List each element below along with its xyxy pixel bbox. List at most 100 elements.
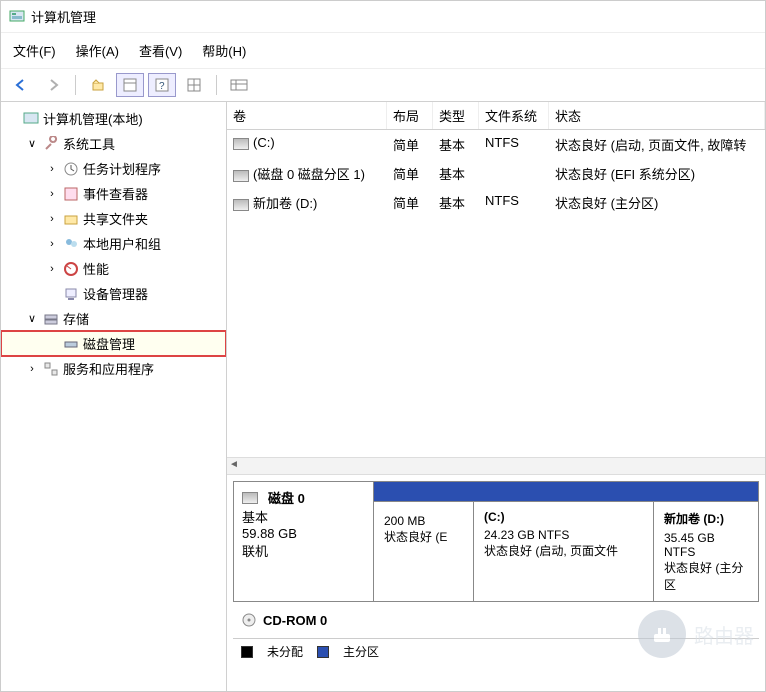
menu-help[interactable]: 帮助(H) [202, 41, 246, 60]
tree-event-viewer[interactable]: › 事件查看器 [1, 181, 226, 206]
volume-row[interactable]: (磁盘 0 磁盘分区 1) 简单 基本 状态良好 (EFI 系统分区) [227, 159, 765, 188]
toolbar: ? [1, 69, 765, 102]
tree-system-tools[interactable]: ∨ 系统工具 [1, 131, 226, 156]
app-icon [9, 9, 25, 25]
part-status: 状态良好 (启动, 页面文件 [484, 542, 643, 559]
tools-icon [43, 136, 59, 152]
vol-type: 基本 [433, 162, 479, 185]
col-layout[interactable]: 布局 [387, 102, 433, 129]
folder-icon [63, 211, 79, 227]
nav-tree: 计算机管理(本地) ∨ 系统工具 › 任务计划程序 › 事件查看器 › 共享文件… [1, 102, 227, 691]
device-icon [63, 286, 79, 302]
up-button[interactable] [84, 73, 112, 97]
tb-view2[interactable]: ? [148, 73, 176, 97]
clock-icon [63, 161, 79, 177]
horizontal-scrollbar[interactable] [227, 457, 765, 475]
tree-local-users[interactable]: › 本地用户和组 [1, 231, 226, 256]
tree-performance[interactable]: › 性能 [1, 256, 226, 281]
partition-efi[interactable]: 200 MB 状态良好 (E [374, 502, 474, 601]
expand-icon[interactable]: › [45, 213, 59, 225]
tb-view1[interactable] [116, 73, 144, 97]
tree-task-scheduler[interactable]: › 任务计划程序 [1, 156, 226, 181]
part-name: (C:) [484, 510, 643, 524]
volume-row[interactable]: (C:) 简单 基本 NTFS 状态良好 (启动, 页面文件, 故障转 [227, 130, 765, 159]
tree-storage[interactable]: ∨ 存储 [1, 306, 226, 331]
volume-icon [233, 138, 249, 150]
part-size: 24.23 GB NTFS [484, 528, 643, 542]
collapse-icon[interactable]: ∨ [25, 137, 39, 150]
disk-icon [242, 492, 258, 504]
vol-type: 基本 [433, 191, 479, 214]
partition-d[interactable]: 新加卷 (D:) 35.45 GB NTFS 状态良好 (主分区 [654, 502, 758, 601]
vol-layout: 简单 [387, 162, 433, 185]
tree-services-apps[interactable]: › 服务和应用程序 [1, 356, 226, 381]
menu-action[interactable]: 操作(A) [76, 41, 119, 60]
menu-file[interactable]: 文件(F) [13, 41, 56, 60]
expand-icon[interactable]: › [45, 188, 59, 200]
tree-shared-folders[interactable]: › 共享文件夹 [1, 206, 226, 231]
separator [75, 75, 76, 95]
vol-layout: 简单 [387, 133, 433, 156]
volume-list: (C:) 简单 基本 NTFS 状态良好 (启动, 页面文件, 故障转 (磁盘 … [227, 130, 765, 217]
watermark-text: 路由器 [694, 620, 754, 649]
disk-mgmt-icon [63, 336, 79, 352]
col-status[interactable]: 状态 [549, 102, 765, 129]
vol-name: 新加卷 (D:) [253, 196, 317, 211]
disk-size: 59.88 GB [242, 526, 365, 541]
part-status: 状态良好 (E [384, 528, 463, 545]
cdrom-label: CD-ROM 0 [263, 613, 327, 628]
vol-status: 状态良好 (EFI 系统分区) [549, 162, 765, 185]
expand-icon[interactable]: › [45, 263, 59, 275]
tree-root[interactable]: 计算机管理(本地) [1, 106, 226, 131]
legend-unalloc-label: 未分配 [267, 643, 303, 660]
volume-row[interactable]: 新加卷 (D:) 简单 基本 NTFS 状态良好 (主分区) [227, 188, 765, 217]
tb-list[interactable] [225, 73, 253, 97]
legend-primary-label: 主分区 [343, 643, 379, 660]
tree-device-manager[interactable]: 设备管理器 [1, 281, 226, 306]
disk-status: 联机 [242, 541, 365, 560]
svg-text:?: ? [159, 81, 165, 92]
vol-status: 状态良好 (启动, 页面文件, 故障转 [549, 133, 765, 156]
tree-device-manager-label: 设备管理器 [83, 284, 148, 303]
expand-icon[interactable]: › [45, 163, 59, 175]
forward-button[interactable] [39, 73, 67, 97]
vol-name: (磁盘 0 磁盘分区 1) [253, 167, 365, 182]
event-icon [63, 186, 79, 202]
computer-icon [23, 111, 39, 127]
menu-view[interactable]: 查看(V) [139, 41, 182, 60]
vol-type: 基本 [433, 133, 479, 156]
tree-local-users-label: 本地用户和组 [83, 234, 161, 253]
partition-header-bar [374, 482, 758, 502]
volume-icon [233, 170, 249, 182]
col-fs[interactable]: 文件系统 [479, 102, 549, 129]
collapse-icon[interactable]: ∨ [25, 312, 39, 325]
partition-c[interactable]: (C:) 24.23 GB NTFS 状态良好 (启动, 页面文件 [474, 502, 654, 601]
col-type[interactable]: 类型 [433, 102, 479, 129]
tb-refresh[interactable] [180, 73, 208, 97]
legend-swatch-primary [317, 646, 329, 658]
cd-icon [241, 612, 257, 628]
separator [216, 75, 217, 95]
tree-performance-label: 性能 [83, 259, 109, 278]
volume-list-header: 卷 布局 类型 文件系统 状态 [227, 102, 765, 130]
part-status: 状态良好 (主分区 [664, 559, 748, 593]
storage-icon [43, 311, 59, 327]
users-icon [63, 236, 79, 252]
expand-icon[interactable]: › [25, 363, 39, 375]
tree-task-scheduler-label: 任务计划程序 [83, 159, 161, 178]
tree-root-label: 计算机管理(本地) [43, 109, 143, 128]
watermark: 路由器 [638, 610, 754, 658]
back-button[interactable] [7, 73, 35, 97]
titlebar: 计算机管理 [1, 1, 765, 33]
perf-icon [63, 261, 79, 277]
tree-services-apps-label: 服务和应用程序 [63, 359, 154, 378]
vol-name: (C:) [253, 135, 275, 150]
vol-fs [479, 162, 549, 185]
disk-0[interactable]: 磁盘 0 基本 59.88 GB 联机 200 MB 状态良好 (E [233, 481, 759, 602]
vol-fs: NTFS [479, 191, 549, 214]
part-name: 新加卷 (D:) [664, 510, 748, 527]
legend-swatch-unalloc [241, 646, 253, 658]
expand-icon[interactable]: › [45, 238, 59, 250]
tree-disk-management[interactable]: 磁盘管理 [1, 331, 226, 356]
col-volume[interactable]: 卷 [227, 102, 387, 129]
